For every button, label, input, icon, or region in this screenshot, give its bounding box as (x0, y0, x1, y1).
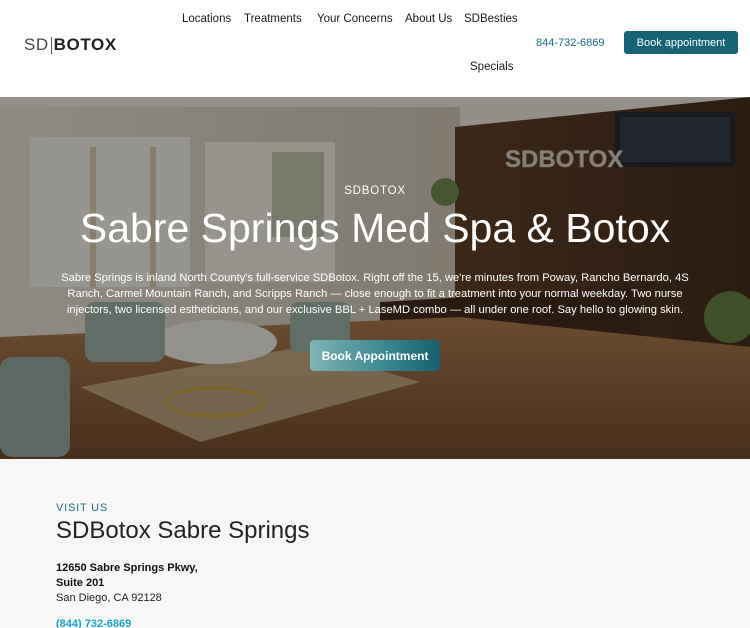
logo-botox-text: BOTOX (53, 35, 117, 54)
nav-sdbesties[interactable]: SDBesties (464, 13, 518, 25)
site-header: SD BOTOX Locations Treatments Your Conce… (0, 0, 750, 97)
header-phone-link[interactable]: 844-732-6869 (536, 37, 605, 49)
location-phone-link[interactable]: (844) 732-6869 (56, 618, 131, 628)
site-logo[interactable]: SD BOTOX (24, 35, 117, 55)
hero-title: Sabre Springs Med Spa & Botox (79, 205, 671, 251)
logo-sd-text: SD (24, 35, 49, 54)
nav-about-us[interactable]: About Us (405, 13, 452, 25)
nav-specials[interactable]: Specials (470, 61, 513, 73)
logo-divider (50, 36, 52, 54)
address-line-3: San Diego, CA 92128 (56, 592, 162, 604)
nav-treatments[interactable]: Treatments (244, 13, 302, 25)
address-line-1: 12650 Sabre Springs Pkwy, (56, 562, 198, 574)
hero-eyebrow: SDBOTOX (344, 185, 406, 197)
address-line-2: Suite 201 (56, 577, 105, 589)
hero-description: Sabre Springs is inland North County's f… (61, 272, 689, 316)
nav-locations[interactable]: Locations (182, 13, 231, 25)
hero-section: SDBOTOX SDBOTOX Sabre Springs Med Spa & … (0, 97, 750, 459)
visit-eyebrow: VISIT US (56, 502, 109, 514)
book-appointment-button[interactable]: Book appointment (624, 31, 738, 54)
nav-your-concerns[interactable]: Your Concerns (317, 13, 393, 25)
hero-book-appointment-button[interactable]: Book Appointment (310, 340, 440, 371)
visit-us-section: VISIT US SDBotox Sabre Springs 12650 Sab… (0, 459, 750, 628)
location-title: SDBotox Sabre Springs (56, 517, 310, 544)
